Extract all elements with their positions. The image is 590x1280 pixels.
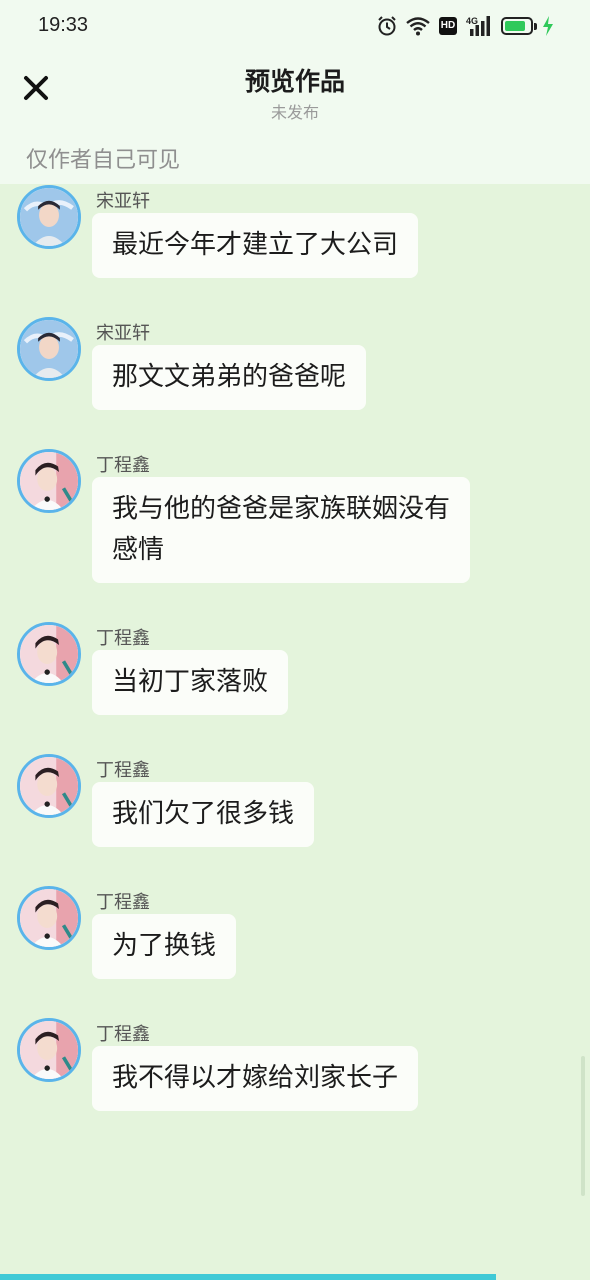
wifi-icon	[406, 17, 430, 36]
reading-progress-bar	[0, 1274, 590, 1280]
message-bubble[interactable]: 为了换钱	[92, 914, 237, 979]
sender-name: 丁程鑫	[96, 760, 150, 781]
sender-name: 宋亚轩	[96, 323, 150, 344]
sender-name: 宋亚轩	[96, 191, 150, 212]
sender-name: 丁程鑫	[96, 628, 150, 649]
sender-name: 丁程鑫	[96, 892, 150, 913]
avatar[interactable]	[17, 449, 81, 513]
charging-icon	[543, 16, 553, 36]
message-bubble[interactable]: 最近今年才建立了大公司	[92, 213, 419, 278]
avatar[interactable]	[17, 622, 81, 686]
visibility-note: 仅作者自己可见	[26, 148, 181, 173]
avatar[interactable]	[17, 754, 81, 818]
status-icons: HD 4G	[377, 14, 554, 38]
avatar-dingchengxin-image	[20, 452, 78, 510]
status-time: 19:33	[38, 14, 89, 36]
avatar-songyaxuan-image	[20, 320, 78, 378]
reading-progress-fill	[0, 1274, 496, 1280]
status-bar: 19:33 HD 4G	[0, 0, 590, 52]
avatar[interactable]	[17, 185, 81, 249]
avatar[interactable]	[17, 1018, 81, 1082]
avatar-songyaxuan-image	[20, 188, 78, 246]
message-bubble[interactable]: 当初丁家落败	[92, 650, 289, 715]
network-type-label: 4G	[466, 16, 478, 26]
battery-icon	[501, 17, 537, 35]
message-bubble[interactable]: 我们欠了很多钱	[92, 782, 315, 847]
sender-name: 丁程鑫	[96, 455, 150, 476]
signal-icon: 4G	[466, 16, 490, 36]
avatar[interactable]	[17, 886, 81, 950]
publish-status: 未发布	[270, 103, 319, 122]
message-list[interactable]: 宋亚轩 最近今年才建立了大公司 宋亚轩 那文文弟弟的爸爸呢 丁程鑫 我与他的爸爸…	[0, 184, 590, 1280]
avatar-dingchengxin-image	[20, 1021, 78, 1079]
battery-fill	[505, 21, 525, 31]
alarm-icon	[378, 16, 396, 36]
page-title: 预览作品	[244, 67, 345, 96]
avatar[interactable]	[17, 317, 81, 381]
sender-name: 丁程鑫	[96, 1024, 150, 1045]
message-bubble[interactable]: 我不得以才嫁给刘家长子	[92, 1046, 419, 1111]
message-bubble[interactable]: 我与他的爸爸是家族联姻没有 感情	[92, 477, 471, 583]
avatar-dingchengxin-image	[20, 889, 78, 947]
message-bubble[interactable]: 那文文弟弟的爸爸呢	[92, 345, 367, 410]
hd-icon: HD	[439, 17, 457, 35]
avatar-dingchengxin-image	[20, 757, 78, 815]
top-bar: 19:33 HD 4G 预览作品 未发布 仅作者自己可见	[0, 0, 590, 184]
scrollbar[interactable]	[581, 1056, 585, 1196]
avatar-dingchengxin-image	[20, 625, 78, 683]
